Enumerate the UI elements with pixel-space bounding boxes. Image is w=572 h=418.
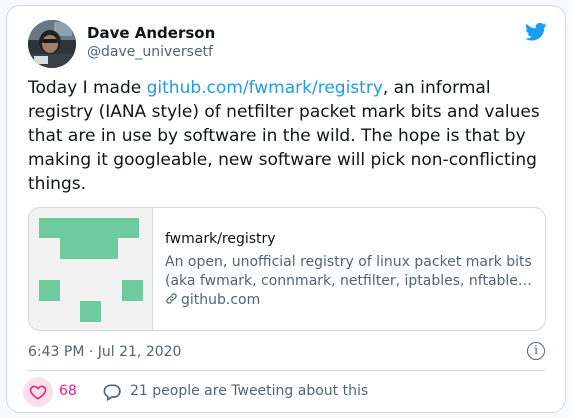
- heart-icon: [29, 385, 47, 400]
- link-card-domain-text: github.com: [181, 292, 261, 308]
- thumb-block-top: [39, 218, 139, 238]
- link-card-domain: github.com: [165, 292, 260, 308]
- link-card-desc-line1: An open, unofficial registry of linux pa…: [165, 254, 532, 270]
- thumb-block-left: [39, 280, 60, 301]
- like-button[interactable]: [23, 377, 53, 407]
- tweet-text-before: Today I made: [28, 78, 147, 98]
- twitter-bird-icon[interactable]: [525, 22, 547, 42]
- author-name[interactable]: Dave Anderson: [87, 24, 215, 42]
- link-icon: [166, 293, 177, 304]
- link-card[interactable]: fwmark/registry An open, unofficial regi…: [28, 207, 546, 331]
- tweet-timestamp[interactable]: 6:43 PM · Jul 21, 2020: [28, 344, 181, 360]
- like-count[interactable]: 68: [59, 383, 77, 399]
- thumb-block-right: [122, 280, 143, 301]
- thumb-block-middle: [60, 238, 118, 259]
- thumb-block-bottom: [80, 301, 101, 322]
- avatar-photo: [28, 20, 76, 68]
- avatar[interactable]: [28, 20, 76, 68]
- tweet-link[interactable]: github.com/fwmark/registry: [147, 78, 383, 98]
- link-card-thumbnail: [29, 208, 153, 330]
- author-handle[interactable]: @dave_universetf: [87, 44, 213, 60]
- tweeting-about-link[interactable]: 21 people are Tweeting about this: [130, 383, 368, 399]
- divider: [28, 370, 545, 371]
- reply-bubble-icon[interactable]: [102, 382, 122, 402]
- tweet-card: Dave Anderson @dave_universetf Today I m…: [6, 5, 566, 413]
- tweet-text: Today I made github.com/fwmark/registry,…: [28, 76, 550, 196]
- link-card-title: fwmark/registry: [165, 231, 276, 247]
- link-card-desc-line2: (aka fwmark, connmark, netfilter, iptabl…: [165, 273, 537, 289]
- info-icon[interactable]: i: [527, 342, 545, 360]
- link-card-description: An open, unofficial registry of linux pa…: [165, 253, 537, 291]
